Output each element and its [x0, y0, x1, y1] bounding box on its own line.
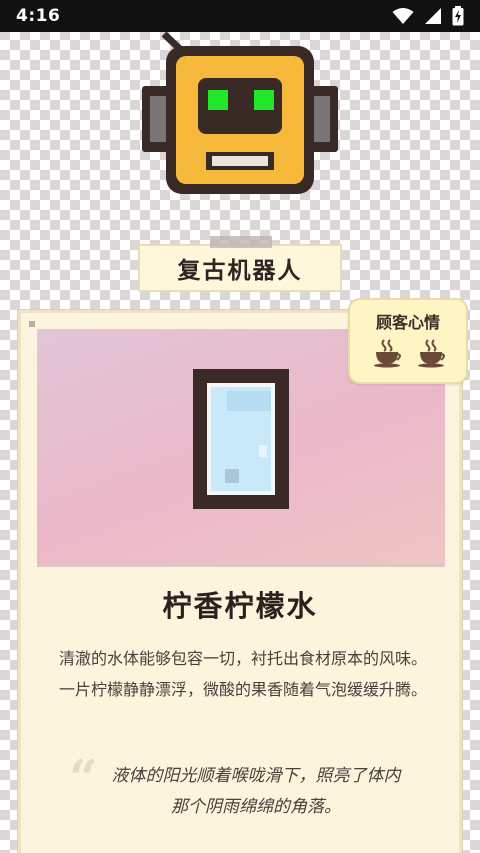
quote-mark-icon: “	[69, 748, 98, 807]
card-corner-dot	[29, 321, 35, 327]
drink-description: 清澈的水体能够包容一切，衬托出食材原本的风味。一片柠檬静静漂浮，微酸的果香随着气…	[59, 649, 428, 699]
coffee-cup-icon	[374, 339, 401, 368]
robot-name: 复古机器人	[177, 258, 303, 284]
drink-quote: 液体的阳光顺着喉咙滑下，照亮了体内那个阴雨绵绵的角落。	[111, 766, 401, 817]
status-icons	[392, 6, 464, 26]
wifi-icon	[392, 8, 414, 24]
customer-mood-badge: 顾客心情	[348, 298, 468, 384]
status-bar: 4:16	[0, 0, 480, 32]
drink-card: 柠香柠檬水 清澈的水体能够包容一切，衬托出食材原本的风味。一片柠檬静静漂浮，微酸…	[18, 310, 462, 853]
signal-icon	[425, 8, 441, 24]
battery-icon	[452, 6, 464, 26]
robot-avatar	[142, 32, 338, 194]
plate-tab	[210, 236, 272, 248]
mood-cups	[372, 338, 448, 368]
coffee-cup-icon	[418, 339, 445, 368]
mood-label: 顾客心情	[375, 313, 440, 332]
drink-name: 柠香柠檬水	[162, 589, 318, 623]
water-glass-icon	[193, 369, 289, 509]
robot-name-plate: 复古机器人	[138, 236, 342, 292]
status-time: 4:16	[16, 6, 61, 26]
